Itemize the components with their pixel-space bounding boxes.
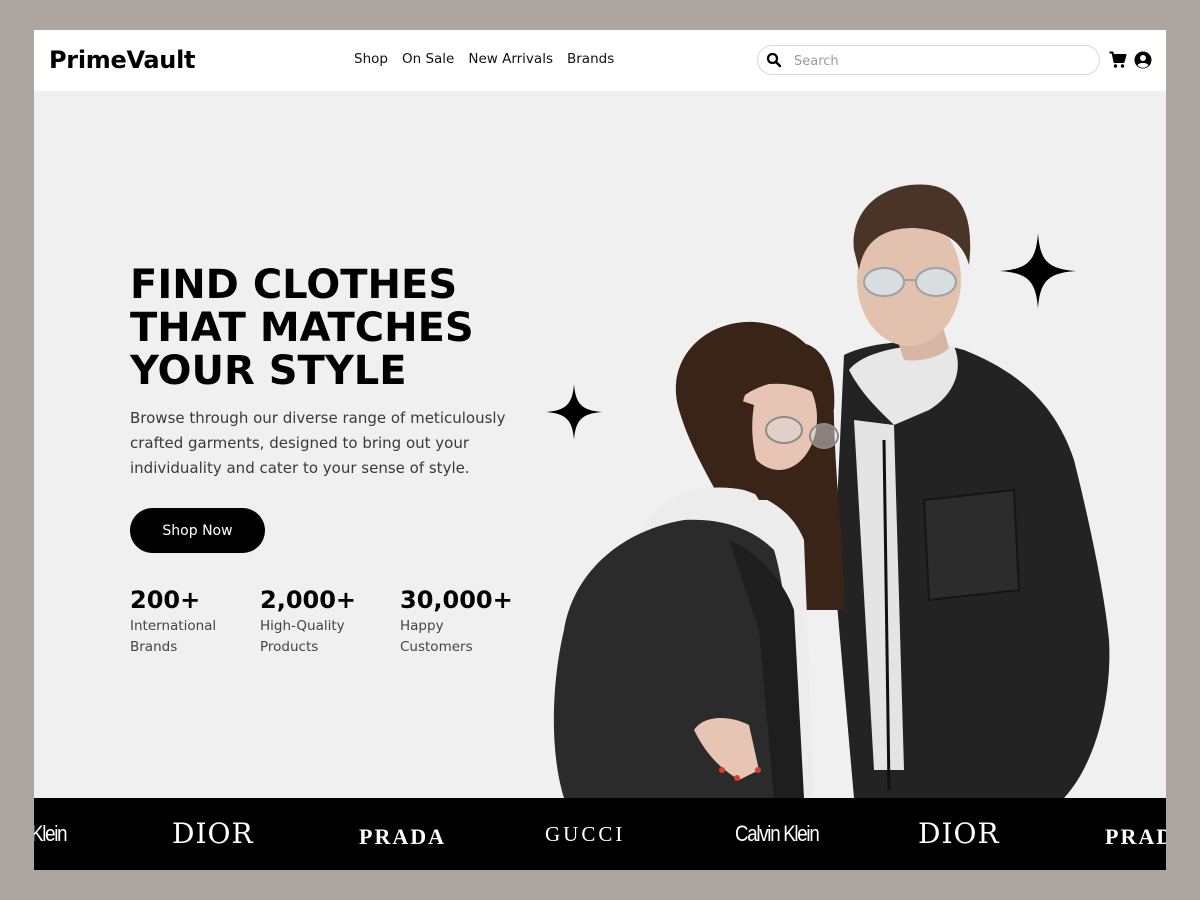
- hero-description: Browse through our diverse range of meti…: [130, 409, 506, 477]
- stat-label-line: Customers: [400, 639, 473, 655]
- cart-icon[interactable]: [1109, 51, 1127, 69]
- sparkle-star-icon: [546, 384, 602, 440]
- hero-title-line: FIND CLOTHES: [130, 262, 458, 308]
- stat-label-line: Brands: [130, 639, 178, 655]
- brand-logo-prada: PRADA: [359, 824, 446, 849]
- top-navbar: PrimeVault Shop On Sale New Arrivals Bra…: [34, 30, 1166, 91]
- brand-logo-calvin-klein: Calvin Klein: [735, 821, 820, 846]
- stat-label-line: Happy: [400, 618, 444, 634]
- nav-link-on-sale[interactable]: On Sale: [402, 51, 454, 67]
- brand-logo-gucci: GUCCI: [545, 822, 626, 846]
- stat-label: High-Quality Products: [260, 616, 370, 658]
- search-icon[interactable]: [766, 52, 782, 68]
- stat-value: 30,000+: [400, 586, 513, 614]
- brand-logo-calvin-klein: Klein: [34, 821, 67, 846]
- sparkle-star-icon: [1000, 233, 1076, 309]
- stat-label-line: High-Quality: [260, 618, 345, 634]
- stat-customers: 30,000+ Happy Customers: [400, 584, 513, 658]
- stat-value: 2,000+: [260, 586, 357, 614]
- brand-logo-strip: Klein DIOR PRADA GUCCI Calvin Klein DIOR…: [34, 798, 1166, 870]
- stat-label: Happy Customers: [400, 616, 510, 658]
- shop-now-button[interactable]: Shop Now: [130, 508, 265, 553]
- stat-value: 200+: [130, 586, 201, 614]
- brand-logo-prada: PRADA: [1105, 824, 1166, 849]
- search-box: [757, 45, 1100, 75]
- stat-label-line: Products: [260, 639, 319, 655]
- hero-title: FIND CLOTHES THAT MATCHES YOUR STYLE: [130, 264, 550, 393]
- nav-link-new-arrivals[interactable]: New Arrivals: [468, 51, 553, 67]
- main-nav: Shop On Sale New Arrivals Brands: [354, 51, 614, 67]
- stat-brands: 200+ International Brands: [130, 584, 240, 658]
- nav-link-shop[interactable]: Shop: [354, 51, 388, 67]
- nav-link-brands[interactable]: Brands: [567, 51, 614, 67]
- hero-title-line: YOUR STYLE: [130, 348, 407, 394]
- stat-label-line: International: [130, 618, 217, 634]
- hero-title-line: THAT MATCHES: [130, 305, 474, 351]
- stat-products: 2,000+ High-Quality Products: [260, 584, 370, 658]
- site-logo[interactable]: PrimeVault: [49, 46, 195, 74]
- stat-label: International Brands: [130, 616, 240, 658]
- user-icon[interactable]: [1134, 51, 1152, 69]
- brand-logo-dior: DIOR: [918, 817, 1000, 850]
- page-frame: PrimeVault Shop On Sale New Arrivals Bra…: [34, 30, 1166, 870]
- brand-logo-dior: DIOR: [172, 817, 254, 850]
- search-input[interactable]: [792, 50, 1086, 72]
